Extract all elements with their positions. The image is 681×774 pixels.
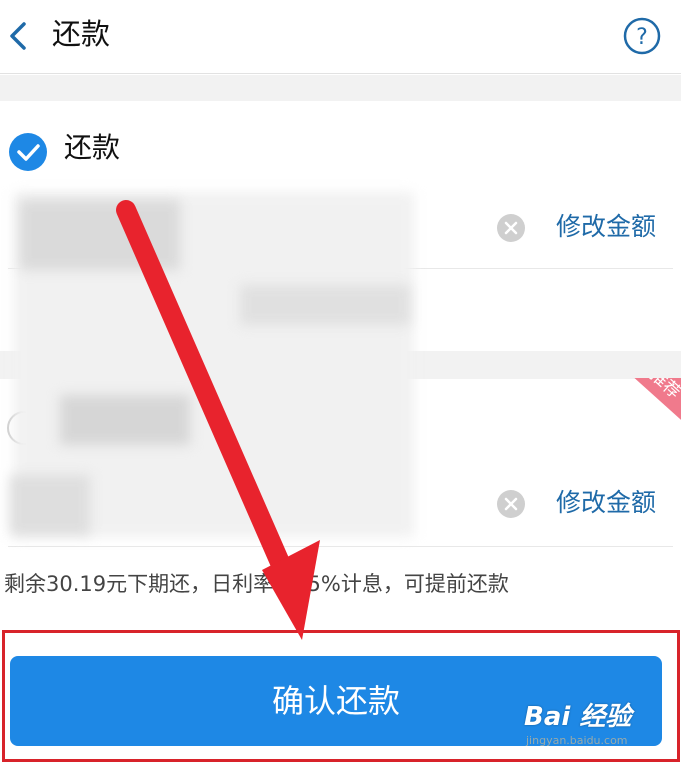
blurred-region: [10, 475, 90, 535]
repayment-note: 剩余30.19元下期还，日利率0.05%计息，可提前还款: [4, 572, 509, 596]
check-circle-icon[interactable]: [8, 132, 48, 172]
chevron-left-icon[interactable]: [4, 16, 34, 56]
blurred-region: [240, 285, 410, 325]
option-label: 还款: [64, 131, 121, 164]
blurred-region: [60, 395, 190, 445]
recommend-tag: 推荐: [605, 378, 681, 440]
watermark-logo: Bai 经验 jingyan.baidu.com: [520, 694, 670, 756]
modify-amount-link[interactable]: 修改金额: [556, 209, 656, 245]
header-bar: 还款 ?: [0, 0, 681, 74]
clear-circle-icon[interactable]: [496, 213, 526, 243]
clear-circle-icon[interactable]: [496, 489, 526, 519]
watermark-brand: Bai 经验: [524, 702, 632, 732]
section-gap: [0, 75, 681, 101]
divider: [8, 546, 673, 547]
recommend-tag-container: 推荐: [580, 378, 681, 468]
blurred-region: [20, 200, 180, 270]
svg-text:?: ?: [636, 25, 648, 50]
page-title: 还款: [52, 17, 111, 51]
question-circle-icon[interactable]: ?: [622, 16, 662, 56]
modify-amount-link[interactable]: 修改金额: [556, 485, 656, 521]
watermark-url: jingyan.baidu.com: [526, 734, 628, 747]
